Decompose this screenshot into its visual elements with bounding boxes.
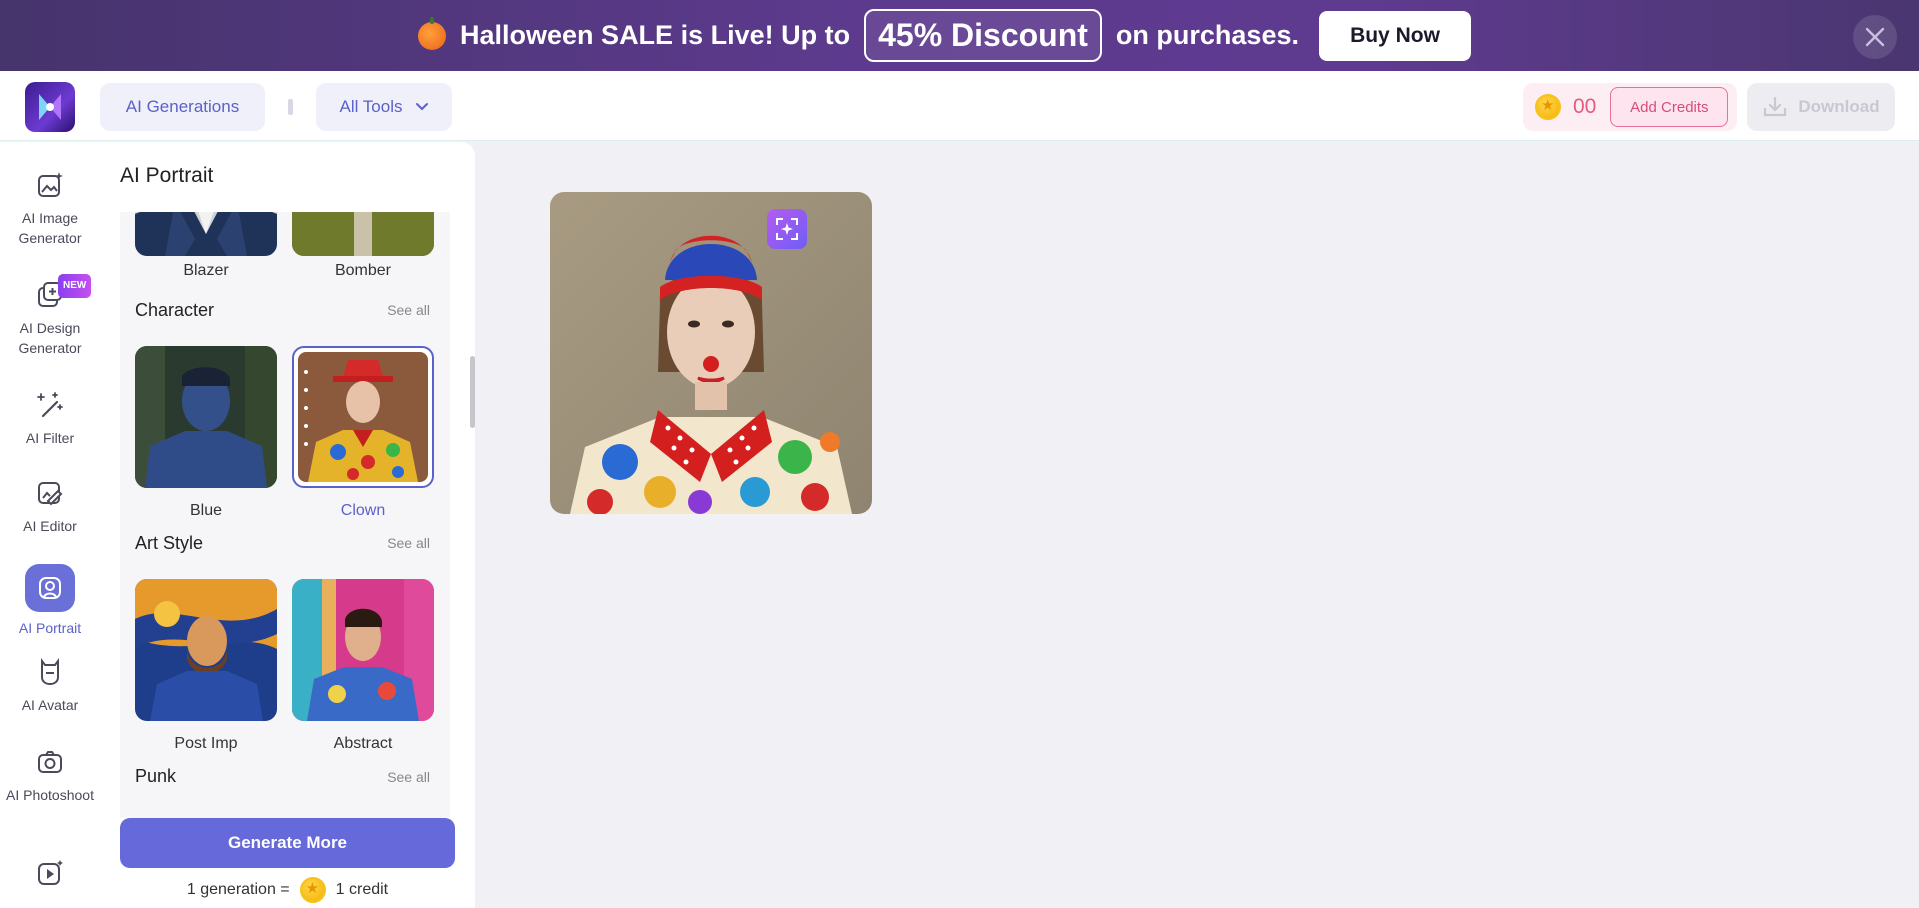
coin-icon (1535, 94, 1561, 120)
promo-banner: Halloween SALE is Live! Up to 45% Discou… (0, 0, 1919, 71)
panel-title: AI Portrait (120, 164, 214, 187)
nav-label: AI Filter (25, 430, 75, 446)
result-canvas (475, 142, 1919, 908)
focus-expand-icon (776, 218, 798, 240)
portrait-style-panel: AI Portrait Blazer Bomber Character See … (100, 142, 475, 908)
download-label: Download (1798, 97, 1880, 116)
new-badge: NEW (58, 274, 92, 298)
image-edit-icon (38, 482, 63, 506)
style-thumbnail-clown[interactable] (292, 346, 434, 488)
style-thumbnail-bomber[interactable] (292, 212, 434, 256)
style-thumbnail-post-imp[interactable] (135, 579, 277, 721)
nav-ai-image-generator[interactable]: AI Image Generator (0, 170, 100, 248)
nav-ai-portrait[interactable]: AI Portrait (0, 564, 100, 638)
image-sparkle-icon (38, 172, 63, 197)
generation-cost-note: 1 generation = 1 credit (100, 877, 475, 903)
nav-ai-video[interactable] (0, 858, 100, 896)
style-label-abstract: Abstract (333, 735, 393, 752)
chevron-down-icon (415, 103, 428, 111)
generate-more-button[interactable]: Generate More (120, 818, 455, 868)
style-label-clown: Clown (340, 502, 386, 519)
blue-character-image (135, 346, 277, 488)
app-logo[interactable] (25, 82, 75, 132)
fullscreen-button[interactable] (767, 209, 807, 249)
blazer-image (135, 212, 277, 256)
discount-badge: 45% Discount (864, 9, 1102, 62)
nav-label: AI Image Generator (18, 210, 82, 246)
ai-generations-tab[interactable]: AI Generations (100, 83, 265, 131)
nav-label: AI Editor (23, 518, 77, 534)
nav-ai-avatar[interactable]: AI Avatar (0, 657, 100, 715)
all-tools-label: All Tools (339, 97, 403, 116)
style-label-blazer: Blazer (183, 262, 229, 279)
credit-count: 00 (1573, 95, 1597, 118)
download-icon (1764, 96, 1787, 117)
style-thumbnail-blazer[interactable] (135, 212, 277, 256)
see-all-punk[interactable]: See all (387, 769, 430, 785)
abstract-image (292, 579, 434, 721)
see-all-character[interactable]: See all (387, 302, 430, 318)
app-header: AI Generations All Tools 00 Add Credits … (0, 71, 1919, 141)
avatar-icon (41, 658, 59, 686)
nav-label: AI Photoshoot (6, 787, 94, 803)
nav-label: AI Design Generator (18, 320, 82, 356)
ai-generations-label: AI Generations (125, 97, 240, 116)
credit-balance: 00 Add Credits (1523, 83, 1737, 131)
download-button[interactable]: Download (1747, 83, 1895, 131)
all-tools-dropdown[interactable]: All Tools (316, 83, 452, 131)
style-label-post-imp: Post Imp (174, 735, 238, 752)
see-all-art-style[interactable]: See all (387, 535, 430, 551)
nav-ai-filter[interactable]: AI Filter (0, 390, 100, 448)
clown-character-image (298, 352, 428, 482)
banner-close-button[interactable] (1853, 15, 1897, 59)
generated-portrait[interactable] (550, 192, 872, 514)
active-indicator (25, 564, 75, 612)
portrait-icon (39, 577, 61, 599)
nav-ai-editor[interactable]: AI Editor (0, 478, 100, 536)
video-sparkle-icon (38, 860, 63, 885)
banner-text: Halloween SALE is Live! Up to (460, 20, 851, 50)
buy-now-button[interactable]: Buy Now (1318, 10, 1471, 61)
style-label-bomber: Bomber (334, 262, 392, 279)
left-navigation: AI Image Generator NEW AI Design Generat… (0, 142, 100, 908)
nav-label: AI Portrait (18, 620, 82, 636)
nav-ai-photoshoot[interactable]: AI Photoshoot (0, 747, 100, 805)
section-title-art-style: Art Style (135, 533, 204, 553)
magic-wand-icon (37, 392, 63, 418)
gen-note-right: 1 credit (335, 881, 389, 898)
clown-portrait-image (550, 192, 872, 514)
add-credits-button[interactable]: Add Credits (1610, 87, 1729, 127)
camera-sparkle-icon (38, 751, 62, 773)
banner-text-after: on purchases. (1115, 20, 1299, 50)
style-label-blue: Blue (189, 502, 223, 519)
section-title-character: Character (135, 300, 215, 320)
gen-note-left: 1 generation = (186, 881, 290, 898)
logo-icon (39, 94, 61, 120)
style-list[interactable]: Blazer Bomber Character See all Blue Clo… (120, 212, 450, 818)
nav-ai-design-generator[interactable]: NEW AI Design Generator (0, 274, 100, 358)
close-icon (1865, 27, 1885, 47)
header-divider (288, 99, 293, 115)
coin-icon (299, 877, 326, 903)
bomber-image (292, 212, 434, 256)
style-thumbnail-abstract[interactable] (292, 579, 434, 721)
style-thumbnail-blue[interactable] (135, 346, 277, 488)
nav-label: AI Avatar (21, 697, 79, 713)
section-title-punk: Punk (135, 766, 177, 786)
post-imp-image (135, 579, 277, 721)
pumpkin-icon (418, 16, 447, 50)
